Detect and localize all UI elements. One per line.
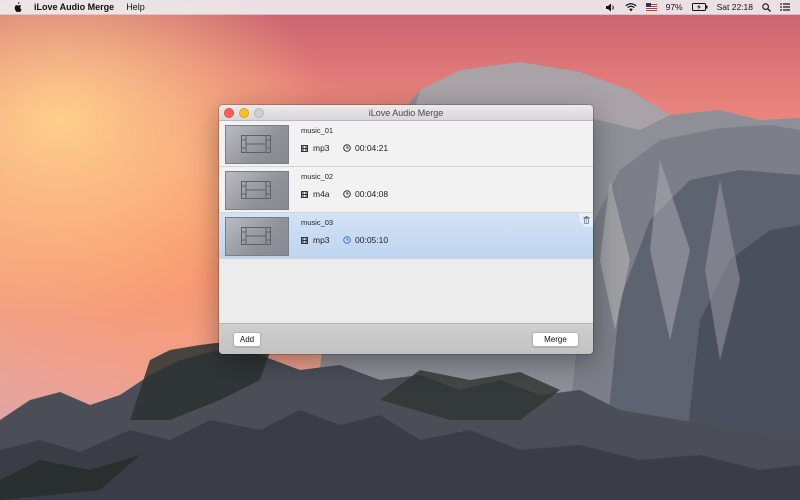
file-thumbnail — [225, 171, 289, 210]
file-row[interactable]: music_01 mp3 00:04:21 — [219, 121, 593, 167]
help-menu[interactable]: Help — [126, 2, 145, 12]
film-icon — [241, 227, 271, 245]
file-format: mp3 — [313, 143, 330, 153]
file-thumbnail — [225, 217, 289, 256]
file-duration: 00:04:08 — [355, 189, 389, 199]
clock-icon — [343, 190, 351, 198]
zoom-button[interactable] — [254, 108, 264, 118]
bottom-toolbar: Add Merge — [219, 323, 593, 354]
trash-icon[interactable] — [579, 213, 593, 227]
file-format: mp3 — [313, 235, 330, 245]
window-controls — [224, 108, 264, 118]
file-duration: 00:05:10 — [355, 235, 389, 245]
film-icon — [241, 135, 271, 153]
menu-bar: iLove Audio Merge Help 97% Sat 22:18 — [0, 0, 800, 15]
file-name: music_01 — [301, 126, 334, 135]
add-button[interactable]: Add — [233, 332, 261, 347]
list-icon[interactable] — [780, 3, 790, 11]
apple-icon[interactable] — [10, 2, 24, 12]
file-info: music_01 mp3 00:04:21 — [301, 121, 388, 166]
file-row[interactable]: music_02 m4a 00:04:08 — [219, 167, 593, 213]
clock-icon — [343, 236, 351, 244]
file-thumbnail — [225, 125, 289, 164]
file-name: music_02 — [301, 172, 334, 181]
clock-icon — [343, 144, 351, 152]
close-button[interactable] — [224, 108, 234, 118]
file-row-selected[interactable]: music_03 mp3 00:05:10 — [219, 213, 593, 259]
volume-icon[interactable] — [605, 3, 616, 12]
search-icon[interactable] — [762, 2, 771, 12]
app-window: iLove Audio Merge music_01 mp3 00:04:21 — [219, 105, 593, 354]
status-area: 97% Sat 22:18 — [605, 2, 790, 12]
battery-percent[interactable]: 97% — [666, 2, 683, 12]
file-info: music_03 mp3 00:05:10 — [301, 213, 388, 258]
title-bar[interactable]: iLove Audio Merge — [219, 105, 593, 121]
minimize-button[interactable] — [239, 108, 249, 118]
file-meta: m4a 00:04:08 — [301, 189, 388, 199]
file-meta: mp3 00:05:10 — [301, 235, 388, 245]
file-format: m4a — [313, 189, 330, 199]
file-name: music_03 — [301, 218, 334, 227]
format-icon — [301, 190, 308, 198]
flag-icon[interactable] — [645, 3, 657, 11]
wifi-icon[interactable] — [625, 2, 637, 12]
window-title: iLove Audio Merge — [368, 107, 444, 118]
format-icon — [301, 144, 308, 152]
app-menu[interactable]: iLove Audio Merge — [34, 2, 114, 12]
file-duration: 00:04:21 — [355, 143, 389, 153]
menu-clock[interactable]: Sat 22:18 — [717, 2, 753, 12]
merge-button[interactable]: Merge — [532, 332, 579, 347]
file-list: music_01 mp3 00:04:21 music_02 m4a 00:04… — [219, 121, 593, 328]
file-meta: mp3 00:04:21 — [301, 143, 388, 153]
battery-icon[interactable] — [691, 3, 708, 11]
film-icon — [241, 181, 271, 199]
file-info: music_02 m4a 00:04:08 — [301, 167, 388, 212]
format-icon — [301, 236, 308, 244]
